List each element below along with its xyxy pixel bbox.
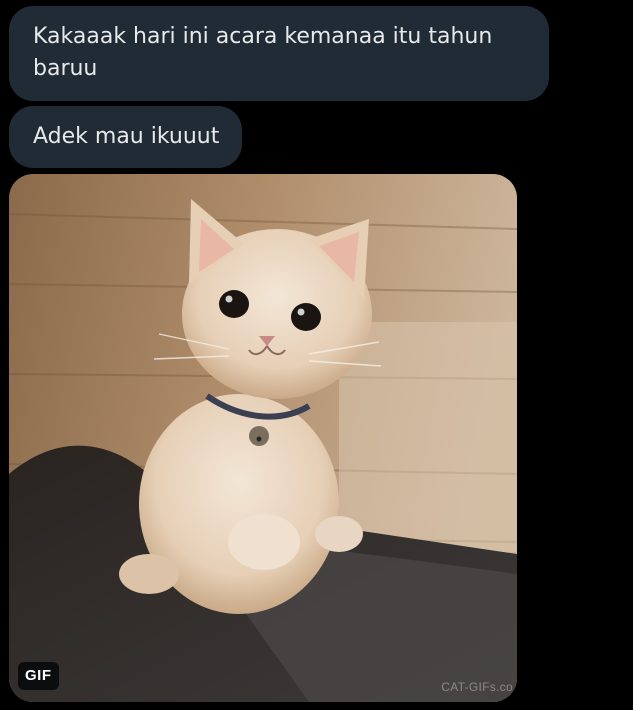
- gif-image: [9, 174, 517, 702]
- message-text: Adek mau ikuuut: [33, 124, 220, 149]
- message-bubble[interactable]: Adek mau ikuuut: [9, 106, 242, 168]
- gif-badge: GIF: [18, 662, 59, 690]
- message-text: Kakaaak hari ini acara kemanaa itu tahun…: [33, 24, 493, 81]
- gif-watermark: CAT-GIFs.co: [441, 680, 513, 694]
- message-thread: Kakaaak hari ini acara kemanaa itu tahun…: [0, 0, 633, 710]
- gif-message[interactable]: GIF CAT-GIFs.co: [9, 174, 517, 702]
- message-bubble[interactable]: Kakaaak hari ini acara kemanaa itu tahun…: [9, 6, 549, 101]
